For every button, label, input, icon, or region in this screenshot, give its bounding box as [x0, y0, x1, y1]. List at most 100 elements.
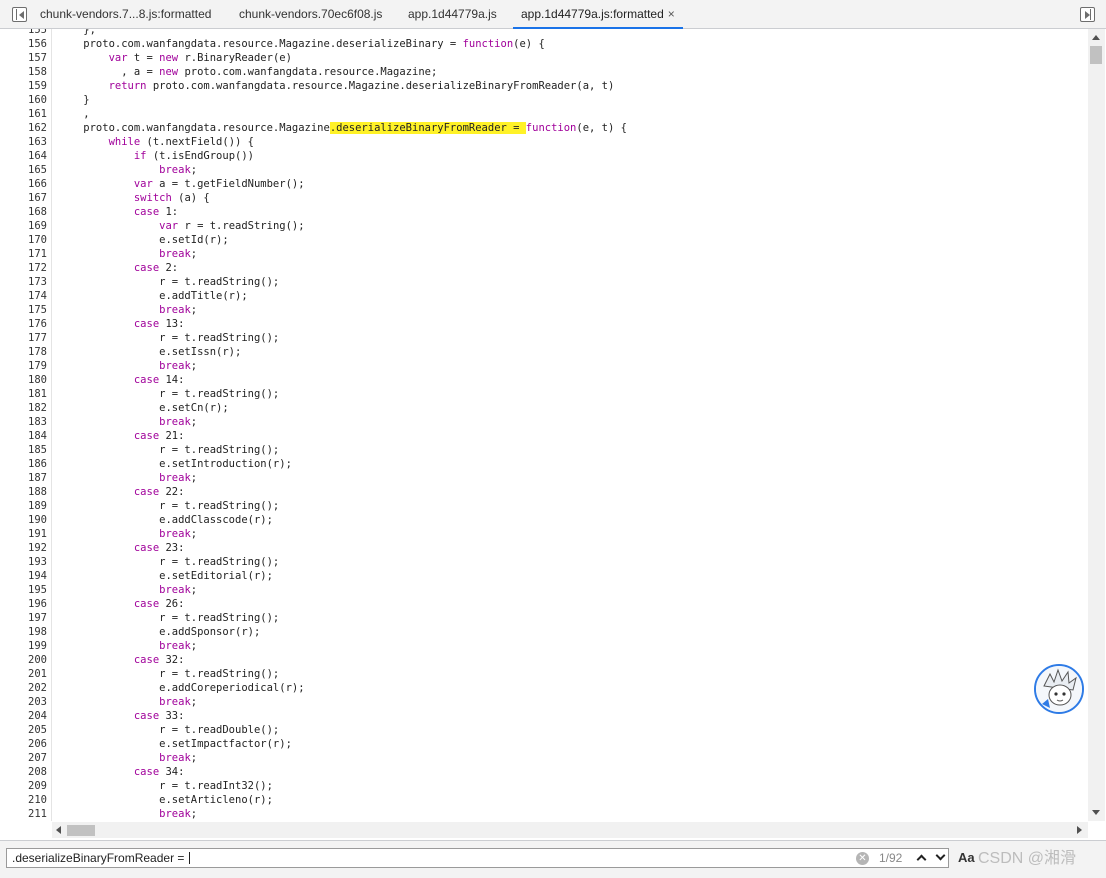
tab-chunk-vendors[interactable]: chunk-vendors.70ec6f08.js	[239, 0, 382, 29]
scroll-down-icon[interactable]	[1092, 810, 1100, 815]
code-line[interactable]: e.setEditorial(r);	[58, 569, 273, 583]
line-number[interactable]: 183	[2, 415, 47, 429]
line-number[interactable]: 197	[2, 611, 47, 625]
tab-app-js-formatted[interactable]: app.1d44779a.js:formatted ×	[513, 0, 683, 29]
line-number[interactable]: 208	[2, 765, 47, 779]
code-line[interactable]: switch (a) {	[58, 191, 210, 205]
line-number[interactable]: 169	[2, 219, 47, 233]
code-line[interactable]: e.setIssn(r);	[58, 345, 241, 359]
line-number[interactable]: 165	[2, 163, 47, 177]
code-line[interactable]: if (t.isEndGroup())	[58, 149, 254, 163]
line-number[interactable]: 164	[2, 149, 47, 163]
line-number[interactable]: 158	[2, 65, 47, 79]
line-number[interactable]: 181	[2, 387, 47, 401]
code-line[interactable]: break;	[58, 471, 197, 485]
previous-match-button[interactable]	[913, 850, 931, 866]
line-number[interactable]: 204	[2, 709, 47, 723]
code-line[interactable]: proto.com.wanfangdata.resource.Magazine.…	[58, 121, 627, 135]
avatar-icon[interactable]	[1034, 664, 1084, 714]
line-number[interactable]: 166	[2, 177, 47, 191]
code-line[interactable]: r = t.readString();	[58, 667, 279, 681]
code-line[interactable]: e.setImpactfactor(r);	[58, 737, 292, 751]
code-line[interactable]: r = t.readString();	[58, 331, 279, 345]
line-number[interactable]: 182	[2, 401, 47, 415]
code-line[interactable]: case 33:	[58, 709, 185, 723]
code-line[interactable]: break;	[58, 415, 197, 429]
code-line[interactable]: case 14:	[58, 373, 185, 387]
code-line[interactable]: case 13:	[58, 317, 185, 331]
code-line[interactable]: r = t.readString();	[58, 275, 279, 289]
line-number[interactable]: 172	[2, 261, 47, 275]
code-line[interactable]: case 21:	[58, 429, 185, 443]
code-line[interactable]: , a = new proto.com.wanfangdata.resource…	[58, 65, 437, 79]
line-number[interactable]: 179	[2, 359, 47, 373]
line-number[interactable]: 170	[2, 233, 47, 247]
code-line[interactable]: e.setArticleno(r);	[58, 793, 273, 807]
code-line[interactable]: e.addCoreperiodical(r);	[58, 681, 304, 695]
code-line[interactable]: break;	[58, 163, 197, 177]
search-input[interactable]: .deserializeBinaryFromReader = ✕ 1/92	[6, 848, 949, 868]
line-number[interactable]: 210	[2, 793, 47, 807]
close-icon[interactable]: ×	[668, 7, 675, 21]
vertical-scrollbar[interactable]	[1088, 29, 1105, 821]
code-line[interactable]: r = t.readString();	[58, 611, 279, 625]
scroll-right-icon[interactable]	[1077, 826, 1082, 834]
line-number[interactable]: 162	[2, 121, 47, 135]
line-number[interactable]: 191	[2, 527, 47, 541]
line-number[interactable]: 194	[2, 569, 47, 583]
code-line[interactable]: r = t.readString();	[58, 555, 279, 569]
code-line[interactable]: var t = new r.BinaryReader(e)	[58, 51, 292, 65]
code-line[interactable]: case 2:	[58, 261, 178, 275]
line-number[interactable]: 178	[2, 345, 47, 359]
line-number[interactable]: 198	[2, 625, 47, 639]
code-line[interactable]: break;	[58, 639, 197, 653]
code-line[interactable]: e.addSponsor(r);	[58, 625, 260, 639]
line-number[interactable]: 209	[2, 779, 47, 793]
line-number[interactable]: 161	[2, 107, 47, 121]
code-line[interactable]: e.addClasscode(r);	[58, 513, 273, 527]
code-line[interactable]: case 22:	[58, 485, 185, 499]
next-match-button[interactable]	[932, 850, 950, 866]
code-line[interactable]: e.setCn(r);	[58, 401, 229, 415]
code-line[interactable]: r = t.readString();	[58, 387, 279, 401]
line-number[interactable]: 187	[2, 471, 47, 485]
code-line[interactable]: return proto.com.wanfangdata.resource.Ma…	[58, 79, 615, 93]
line-number[interactable]: 195	[2, 583, 47, 597]
code-line[interactable]: break;	[58, 807, 197, 821]
toggle-debugger-icon[interactable]	[1080, 7, 1095, 22]
code-line[interactable]: var a = t.getFieldNumber();	[58, 177, 305, 191]
code-line[interactable]: case 1:	[58, 205, 178, 219]
code-line[interactable]: e.addTitle(r);	[58, 289, 248, 303]
line-number[interactable]: 199	[2, 639, 47, 653]
line-number[interactable]: 163	[2, 135, 47, 149]
line-number[interactable]: 167	[2, 191, 47, 205]
line-number[interactable]: 180	[2, 373, 47, 387]
code-line[interactable]: case 34:	[58, 765, 185, 779]
line-number[interactable]: 201	[2, 667, 47, 681]
scrollbar-thumb[interactable]	[67, 825, 95, 836]
line-number[interactable]: 207	[2, 751, 47, 765]
line-number[interactable]: 174	[2, 289, 47, 303]
line-number[interactable]: 177	[2, 331, 47, 345]
code-line[interactable]: break;	[58, 583, 197, 597]
tab-app-js[interactable]: app.1d44779a.js	[408, 0, 497, 29]
scroll-up-icon[interactable]	[1092, 35, 1100, 40]
code-line[interactable]: r = t.readDouble();	[58, 723, 279, 737]
line-number[interactable]: 155	[2, 29, 47, 37]
line-number[interactable]: 189	[2, 499, 47, 513]
code-line[interactable]: ,	[58, 107, 89, 121]
line-number[interactable]: 156	[2, 37, 47, 51]
line-number[interactable]: 186	[2, 457, 47, 471]
code-line[interactable]: r = t.readString();	[58, 499, 279, 513]
code-editor[interactable]: 155 156 157 158 159 160 161 162 163 164 165 166 167 1…	[2, 29, 1088, 821]
line-number[interactable]: 203	[2, 695, 47, 709]
scroll-left-icon[interactable]	[56, 826, 61, 834]
toggle-navigator-icon[interactable]	[12, 7, 27, 22]
line-number[interactable]: 176	[2, 317, 47, 331]
line-number[interactable]: 196	[2, 597, 47, 611]
line-number[interactable]: 206	[2, 737, 47, 751]
line-number[interactable]: 157	[2, 51, 47, 65]
code-line[interactable]: case 32:	[58, 653, 185, 667]
line-number[interactable]: 160	[2, 93, 47, 107]
line-number[interactable]: 202	[2, 681, 47, 695]
